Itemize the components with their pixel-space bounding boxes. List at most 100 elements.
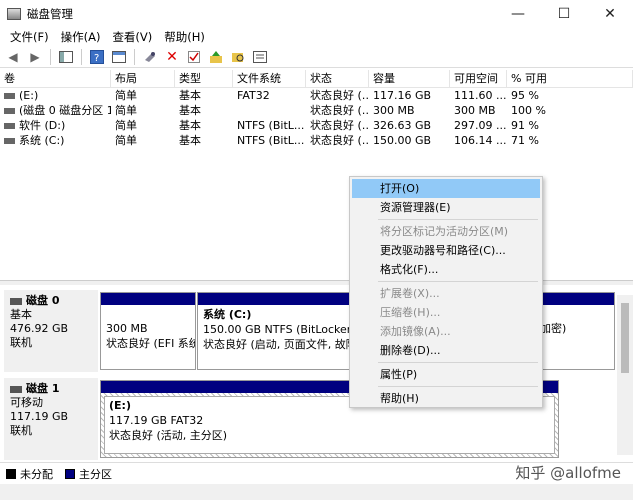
delete-icon[interactable]: ✕ <box>163 48 181 66</box>
cell-filesystem <box>233 103 306 118</box>
cell-layout: 简单 <box>115 119 137 132</box>
legend-primary: 主分区 <box>79 467 112 481</box>
primary-swatch <box>65 468 75 479</box>
minimize-button[interactable]: — <box>495 0 541 27</box>
cell-layout: 简单 <box>115 89 137 102</box>
cell-type: 基本 <box>179 104 201 117</box>
forward-arrow-icon[interactable]: ▶ <box>26 48 44 66</box>
close-button[interactable]: ✕ <box>587 0 633 27</box>
col-filesystem[interactable]: 文件系统 <box>233 70 306 87</box>
unallocated-swatch <box>6 468 16 479</box>
col-type[interactable]: 类型 <box>175 70 233 87</box>
disk-icon <box>10 297 22 305</box>
search-folder-icon[interactable] <box>229 48 247 66</box>
status-bar <box>0 484 633 500</box>
partition-status: 状态良好 (启动, 页面文件, 故障转 <box>203 338 352 351</box>
table-row[interactable]: 系统 (C:) 简单 基本 NTFS (BitL... 状态良好 (… 150.… <box>0 133 633 148</box>
menu-item-format[interactable]: 格式化(F)... <box>352 260 540 279</box>
menu-bar: 文件(F) 操作(A) 查看(V) 帮助(H) <box>0 27 633 46</box>
disk-0-label[interactable]: 磁盘 0 基本 476.92 GB 联机 <box>4 290 98 372</box>
menu-separator <box>378 219 538 220</box>
cell-free-space: 106.14 ... <box>454 134 507 147</box>
menu-view[interactable]: 查看(V) <box>106 29 158 45</box>
cell-percent-free: 100 % <box>511 104 546 117</box>
col-volume[interactable]: 卷 <box>0 70 111 87</box>
partition-name: 系统 (C:) <box>203 308 252 321</box>
toolbar-divider <box>81 48 82 65</box>
disk-1-label[interactable]: 磁盘 1 可移动 117.19 GB 联机 <box>4 378 98 460</box>
col-percent-free[interactable]: % 可用 <box>507 70 633 87</box>
disk-1-type: 可移动 <box>10 396 43 409</box>
scrollbar-thumb[interactable] <box>621 303 629 373</box>
col-capacity[interactable]: 容量 <box>369 70 450 87</box>
export-arrow-icon[interactable] <box>207 48 225 66</box>
toolbar-divider <box>134 48 135 65</box>
disk-management-icon <box>7 7 21 20</box>
col-layout[interactable]: 布局 <box>111 70 175 87</box>
partition-system-c[interactable]: 系统 (C:) 150.00 GB NTFS (BitLocker 已加 状态良… <box>197 292 353 370</box>
cell-filesystem: FAT32 <box>237 89 270 102</box>
volume-list-header: 卷 布局 类型 文件系统 状态 容量 可用空间 % 可用 <box>0 70 633 88</box>
cell-free-space: 111.60 ... <box>454 89 507 102</box>
vertical-scrollbar[interactable] <box>617 295 633 455</box>
table-row[interactable]: 软件 (D:) 简单 基本 NTFS (BitL... 状态良好 (… 326.… <box>0 118 633 133</box>
legend-unallocated: 未分配 <box>20 467 53 481</box>
menu-item-shrink-volume: 压缩卷(H)... <box>380 306 441 319</box>
context-menu: 打开(O) 资源管理器(E) 将分区标记为活动分区(M) 更改驱动器号和路径(C… <box>349 176 543 408</box>
col-status[interactable]: 状态 <box>306 70 369 87</box>
menu-separator <box>378 281 538 282</box>
cell-filesystem: NTFS (BitL... <box>237 134 305 147</box>
menu-item-delete-volume[interactable]: 删除卷(D)... <box>352 341 540 360</box>
volume-icon <box>4 108 15 114</box>
connect-icon[interactable] <box>141 48 159 66</box>
cell-volume: (E:) <box>19 89 39 102</box>
disk-0-name: 磁盘 0 <box>26 294 60 307</box>
menu-item-open[interactable]: 打开(O) <box>352 179 540 198</box>
partition-encryption-text: 加密) <box>540 322 567 335</box>
cell-status: 状态良好 (… <box>310 89 369 102</box>
cell-capacity: 117.16 GB <box>373 89 432 102</box>
cell-layout: 简单 <box>115 134 137 147</box>
partition-efi[interactable]: 300 MB 状态良好 (EFI 系统 <box>100 292 196 370</box>
menu-item-explorer[interactable]: 资源管理器(E) <box>352 198 540 217</box>
window-controls: — ☐ ✕ <box>495 0 633 27</box>
disk-1-status: 联机 <box>10 424 32 437</box>
table-row[interactable]: (E:) 简单 基本 FAT32 状态良好 (… 117.16 GB 111.6… <box>0 88 633 103</box>
table-row[interactable]: (磁盘 0 磁盘分区 1) 简单 基本 状态良好 (… 300 MB 300 M… <box>0 103 633 118</box>
toolbar-divider <box>50 48 51 65</box>
menu-item-properties[interactable]: 属性(P) <box>352 365 540 384</box>
partition-size: 300 MB <box>106 322 148 335</box>
menu-help[interactable]: 帮助(H) <box>158 29 211 45</box>
settings-list-icon[interactable] <box>251 48 269 66</box>
cell-type: 基本 <box>179 89 201 102</box>
disk-0-size: 476.92 GB <box>10 322 69 335</box>
menu-file[interactable]: 文件(F) <box>4 29 55 45</box>
cell-layout: 简单 <box>115 104 137 117</box>
maximize-button[interactable]: ☐ <box>541 0 587 27</box>
back-arrow-icon[interactable]: ◀ <box>4 48 22 66</box>
properties-pane-icon[interactable] <box>110 48 128 66</box>
disk-0-type: 基本 <box>10 308 32 321</box>
cell-percent-free: 95 % <box>511 89 539 102</box>
check-properties-icon[interactable] <box>185 48 203 66</box>
menu-item-change-drive-letter[interactable]: 更改驱动器号和路径(C)... <box>352 241 540 260</box>
menu-item-extend-volume: 扩展卷(X)... <box>380 287 440 300</box>
volume-icon <box>4 123 15 129</box>
show-hide-console-icon[interactable] <box>57 48 75 66</box>
menu-separator <box>378 386 538 387</box>
title-bar: 磁盘管理 — ☐ ✕ <box>0 0 633 27</box>
cell-volume: 系统 (C:) <box>19 134 65 147</box>
col-free-space[interactable]: 可用空间 <box>450 70 507 87</box>
partition-size: 150.00 GB NTFS (BitLocker 已加 <box>203 323 352 336</box>
cell-status: 状态良好 (… <box>310 104 369 117</box>
window-title: 磁盘管理 <box>27 6 73 21</box>
cell-free-space: 300 MB <box>454 104 496 117</box>
cell-percent-free: 91 % <box>511 119 539 132</box>
menu-action[interactable]: 操作(A) <box>55 29 107 45</box>
menu-separator <box>378 362 538 363</box>
cell-capacity: 300 MB <box>373 104 415 117</box>
partition-size: 117.19 GB FAT32 <box>109 414 204 427</box>
menu-item-help[interactable]: 帮助(H) <box>352 389 540 408</box>
help-icon[interactable]: ? <box>88 48 106 66</box>
volume-icon <box>4 138 15 144</box>
